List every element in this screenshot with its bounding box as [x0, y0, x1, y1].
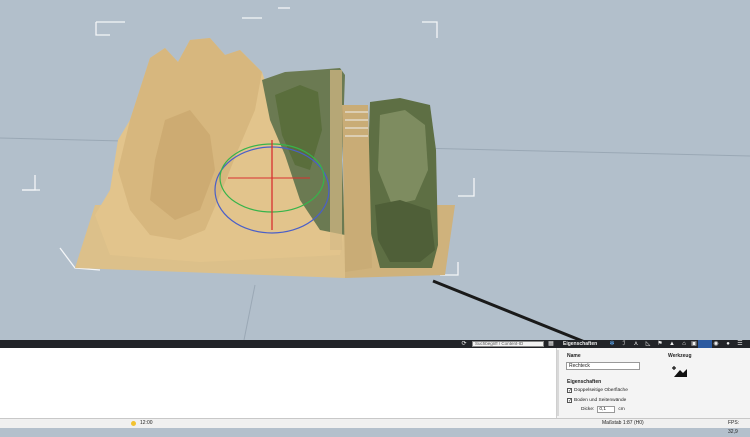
add-terrain-tool-icon[interactable]: [671, 365, 687, 377]
drag-guide-line: [432, 279, 584, 340]
layers-icon[interactable]: ▣: [690, 340, 698, 348]
search-input[interactable]: Suchbegriff / Content-ID: [472, 341, 544, 347]
floor-walls-option[interactable]: ✓ Boden und Seitenwände: [567, 397, 626, 404]
content-toolbar: ⟳ Suchbegriff / Content-ID ▦ Eigenschaft…: [0, 340, 750, 348]
tab-properties[interactable]: Eigenschaften: [563, 340, 597, 348]
3d-viewport[interactable]: [0, 0, 750, 340]
refresh-icon[interactable]: ⟳: [460, 340, 468, 348]
shape-icon[interactable]: ◺: [644, 340, 652, 348]
name-label: Name: [567, 353, 581, 359]
properties-section-title: Eigenschaften: [567, 379, 602, 385]
visibility-icon[interactable]: ●: [724, 340, 732, 348]
eyedropper-icon[interactable]: ℐ: [620, 340, 628, 348]
eye-icon[interactable]: ◉: [712, 340, 720, 348]
floor-walls-label: Boden und Seitenwände: [574, 398, 627, 403]
terrain-model[interactable]: [75, 38, 455, 278]
floor-walls-checkbox[interactable]: ✓: [567, 398, 572, 404]
thickness-input[interactable]: 0,1: [597, 406, 616, 413]
scale-display: Maßstab 1:87 (H0): [602, 420, 644, 426]
status-bar: 12:00 Maßstab 1:87 (H0) FPS: 32,9: [0, 418, 750, 435]
content-library-panel[interactable]: [0, 348, 556, 418]
double-sided-label: Doppelseitige Oberfläche: [574, 388, 628, 393]
fps-display: FPS: 32,9: [728, 420, 740, 435]
active-mode-indicator[interactable]: [698, 340, 712, 348]
thickness-row: Dicke: 0,1 cm: [581, 406, 625, 413]
properties-panel: Name Rechteck Werkzeug Eigenschaften ✓ D…: [556, 348, 750, 418]
thickness-label: Dicke:: [581, 407, 595, 412]
name-input[interactable]: Rechteck: [566, 362, 640, 370]
building-icon[interactable]: ⌂: [680, 340, 688, 348]
tool-label: Werkzeug: [668, 353, 692, 359]
menu-icon[interactable]: ☰: [736, 340, 744, 348]
panel-scrollbar[interactable]: [557, 350, 559, 416]
double-sided-checkbox[interactable]: ✓: [567, 388, 572, 394]
thickness-unit: cm: [618, 407, 625, 412]
settings-icon[interactable]: ✻: [608, 340, 616, 348]
terrain-icon[interactable]: ▲: [668, 340, 676, 348]
tree-icon[interactable]: ⋏: [632, 340, 640, 348]
double-sided-option[interactable]: ✓ Doppelseitige Oberfläche: [567, 387, 628, 394]
scene-render[interactable]: [0, 0, 750, 340]
grid-view-icon[interactable]: ▦: [547, 340, 555, 348]
time-display[interactable]: 12:00: [140, 419, 153, 428]
paint-icon[interactable]: ⚑: [656, 340, 664, 348]
sun-icon[interactable]: [131, 421, 136, 426]
